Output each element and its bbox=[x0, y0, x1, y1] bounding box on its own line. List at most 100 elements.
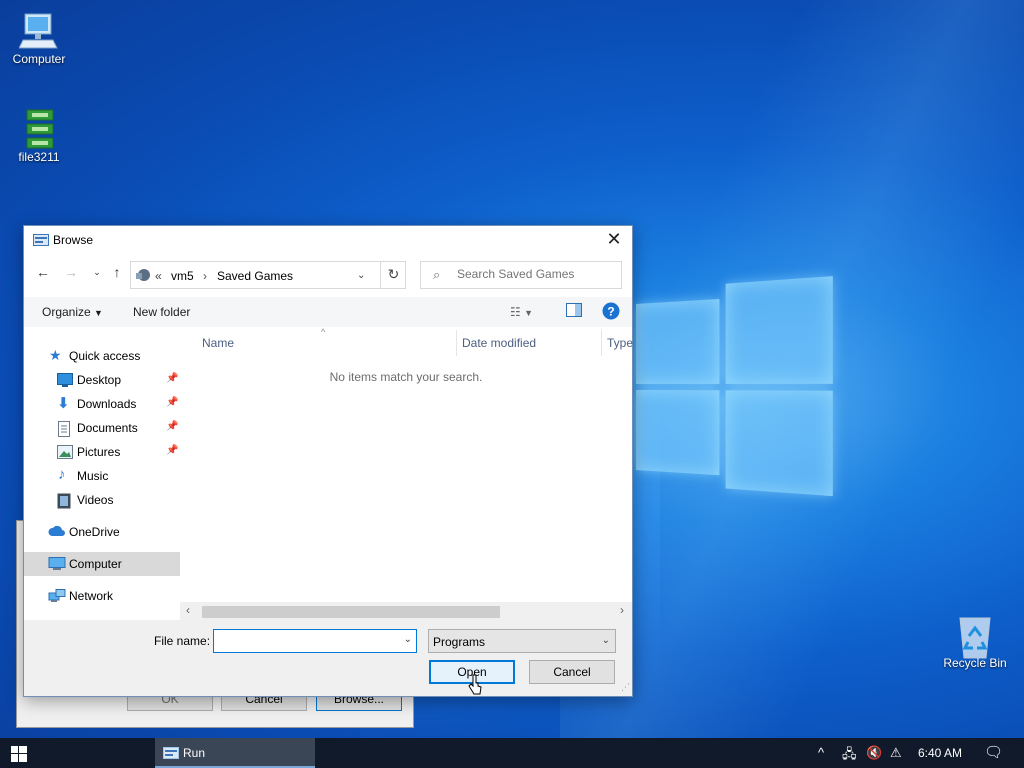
nav-item-label: Videos bbox=[77, 493, 114, 507]
start-button[interactable] bbox=[0, 738, 38, 768]
file-name-label: File name: bbox=[154, 634, 211, 648]
star-icon: ★ bbox=[49, 347, 62, 363]
nav-item-network[interactable]: Network bbox=[24, 584, 180, 608]
address-dropdown[interactable]: ⌄ bbox=[357, 270, 365, 281]
column-type[interactable]: Type bbox=[607, 336, 633, 350]
chevron-down-icon: ⌄ bbox=[601, 635, 610, 646]
close-icon: ✕ bbox=[606, 229, 622, 249]
music-note-icon: ♪ bbox=[58, 466, 66, 483]
nav-item-label: Desktop bbox=[77, 373, 122, 387]
navigation-pane: ★ Quick access Desktop 📌 ⬇ Downloads 📌 D… bbox=[24, 330, 180, 620]
taskbar-run-app[interactable]: Run bbox=[155, 738, 315, 768]
forward-button[interactable]: → bbox=[62, 264, 80, 284]
notifications-icon[interactable]: 🗨 bbox=[984, 743, 1003, 761]
computer-icon bbox=[18, 10, 59, 50]
resize-grip-icon[interactable]: ⋰ bbox=[621, 682, 630, 693]
svg-text:?: ? bbox=[607, 305, 614, 319]
search-box: ⌕ bbox=[420, 261, 622, 289]
nav-item-label: Documents bbox=[77, 421, 138, 435]
nav-item-onedrive[interactable]: OneDrive bbox=[24, 520, 180, 544]
help-button[interactable]: ? bbox=[602, 302, 620, 323]
navigation-bar: ← → ⌄ ↑ « vm5 › Saved Games ⌄ ↻ ⌕ bbox=[24, 258, 632, 290]
file-name-input[interactable]: ⌄ bbox=[213, 629, 417, 653]
mouse-cursor-icon bbox=[468, 674, 482, 699]
caret-down-icon: ▼ bbox=[524, 308, 534, 318]
column-name[interactable]: Name bbox=[202, 336, 234, 350]
desktop-icon-file[interactable]: file3211 bbox=[1, 108, 77, 164]
pin-icon: 📌 bbox=[166, 445, 179, 456]
desktop-icon-label: file3211 bbox=[18, 150, 60, 164]
preview-pane-button[interactable] bbox=[566, 303, 582, 320]
nav-item-label: Music bbox=[77, 469, 109, 483]
cancel-button[interactable]: Cancel bbox=[529, 660, 615, 684]
nav-item-downloads[interactable]: ⬇ Downloads 📌 bbox=[24, 392, 180, 416]
taskbar-clock[interactable]: 6:40 AM bbox=[918, 746, 962, 760]
pictures-icon bbox=[57, 445, 73, 459]
document-icon bbox=[57, 421, 73, 437]
chevron-up-icon: ^ bbox=[818, 745, 825, 760]
nav-item-label: Network bbox=[69, 589, 114, 603]
dialog-title: Browse bbox=[53, 233, 94, 247]
scroll-right-icon[interactable]: › bbox=[620, 603, 624, 617]
show-hidden-icons-button[interactable]: ^ bbox=[818, 745, 824, 760]
command-bar: Organize ▼ New folder ☷ ▼ ? bbox=[24, 297, 632, 327]
file-list: ^ Name Date modified Type No items match… bbox=[180, 327, 633, 620]
volume-muted-icon[interactable]: 🔇 bbox=[866, 745, 882, 761]
scroll-left-icon[interactable]: ‹ bbox=[186, 603, 190, 617]
refresh-button[interactable]: ↻ bbox=[380, 261, 406, 289]
file-type-select[interactable]: Programs ⌄ bbox=[428, 629, 616, 653]
column-date-modified[interactable]: Date modified bbox=[462, 336, 536, 350]
horizontal-scrollbar[interactable]: ‹ › bbox=[180, 602, 632, 620]
breadcrumb-vm5[interactable]: vm5 bbox=[171, 269, 194, 283]
recent-locations-button[interactable]: ⌄ bbox=[88, 267, 106, 287]
chevron-down-icon: ⌄ bbox=[93, 267, 101, 277]
search-icon: ⌕ bbox=[433, 267, 441, 282]
nav-item-label: Downloads bbox=[77, 397, 137, 411]
view-options-button[interactable]: ☷ ▼ bbox=[510, 305, 533, 319]
nav-item-pictures[interactable]: Pictures 📌 bbox=[24, 440, 180, 464]
desktop-icon-recycle-bin[interactable]: Recycle Bin bbox=[937, 614, 1013, 670]
run-app-icon bbox=[33, 234, 49, 249]
organize-label: Organize bbox=[42, 305, 91, 319]
up-button[interactable]: ↑ bbox=[108, 264, 126, 284]
breadcrumb-saved-games[interactable]: Saved Games bbox=[217, 269, 293, 283]
film-icon bbox=[57, 493, 73, 509]
breadcrumb-separator: › bbox=[203, 269, 207, 283]
windows-logo-icon bbox=[11, 746, 27, 762]
close-button[interactable]: ✕ bbox=[602, 228, 626, 252]
recycle-bin-icon bbox=[955, 614, 995, 659]
network-status-icon[interactable]: 🖧 bbox=[842, 745, 857, 767]
nav-item-label: OneDrive bbox=[69, 525, 120, 539]
pin-icon: 📌 bbox=[166, 397, 179, 408]
help-icon: ? bbox=[602, 302, 620, 320]
chevron-down-icon: ⌄ bbox=[357, 270, 366, 281]
nav-item-documents[interactable]: Documents 📌 bbox=[24, 416, 180, 440]
dialog-titlebar[interactable]: Browse ✕ bbox=[24, 226, 632, 254]
nav-item-desktop[interactable]: Desktop 📌 bbox=[24, 368, 180, 392]
back-button[interactable]: ← bbox=[34, 264, 52, 284]
network-drive-icon bbox=[135, 268, 151, 285]
new-folder-button[interactable]: New folder bbox=[133, 305, 190, 319]
nav-item-quick-access[interactable]: ★ Quick access bbox=[24, 344, 180, 368]
nav-item-videos[interactable]: Videos bbox=[24, 488, 180, 512]
archive-file-icon bbox=[19, 108, 59, 149]
browse-dialog: Browse ✕ ← → ⌄ ↑ « vm5 › Saved Games ⌄ ↻… bbox=[23, 225, 633, 697]
organize-button[interactable]: Organize ▼ bbox=[42, 305, 103, 319]
nav-item-label: Computer bbox=[69, 557, 122, 571]
desktop-icon-computer[interactable]: Computer bbox=[1, 10, 77, 66]
arrow-up-icon: ↑ bbox=[113, 264, 121, 280]
search-input[interactable] bbox=[457, 267, 617, 281]
pin-icon: 📌 bbox=[166, 421, 179, 432]
taskbar-app-label: Run bbox=[183, 746, 206, 760]
desktop-icon-label: Computer bbox=[12, 52, 66, 66]
scrollbar-thumb[interactable] bbox=[202, 606, 500, 618]
chevron-down-icon[interactable]: ⌄ bbox=[404, 634, 412, 645]
address-bar[interactable]: « vm5 › Saved Games ⌄ bbox=[130, 261, 406, 289]
breadcrumb-overflow[interactable]: « bbox=[155, 269, 162, 283]
taskbar: Run ^ 🖧 🔇 ⚠ 6:40 AM 🗨 bbox=[0, 738, 1024, 768]
action-center-alert-icon[interactable]: ⚠ bbox=[890, 745, 902, 761]
arrow-left-icon: ← bbox=[36, 264, 50, 280]
nav-item-music[interactable]: ♪ Music bbox=[24, 464, 180, 488]
desktop-folder-icon bbox=[57, 373, 73, 387]
nav-item-computer[interactable]: Computer bbox=[24, 552, 180, 576]
